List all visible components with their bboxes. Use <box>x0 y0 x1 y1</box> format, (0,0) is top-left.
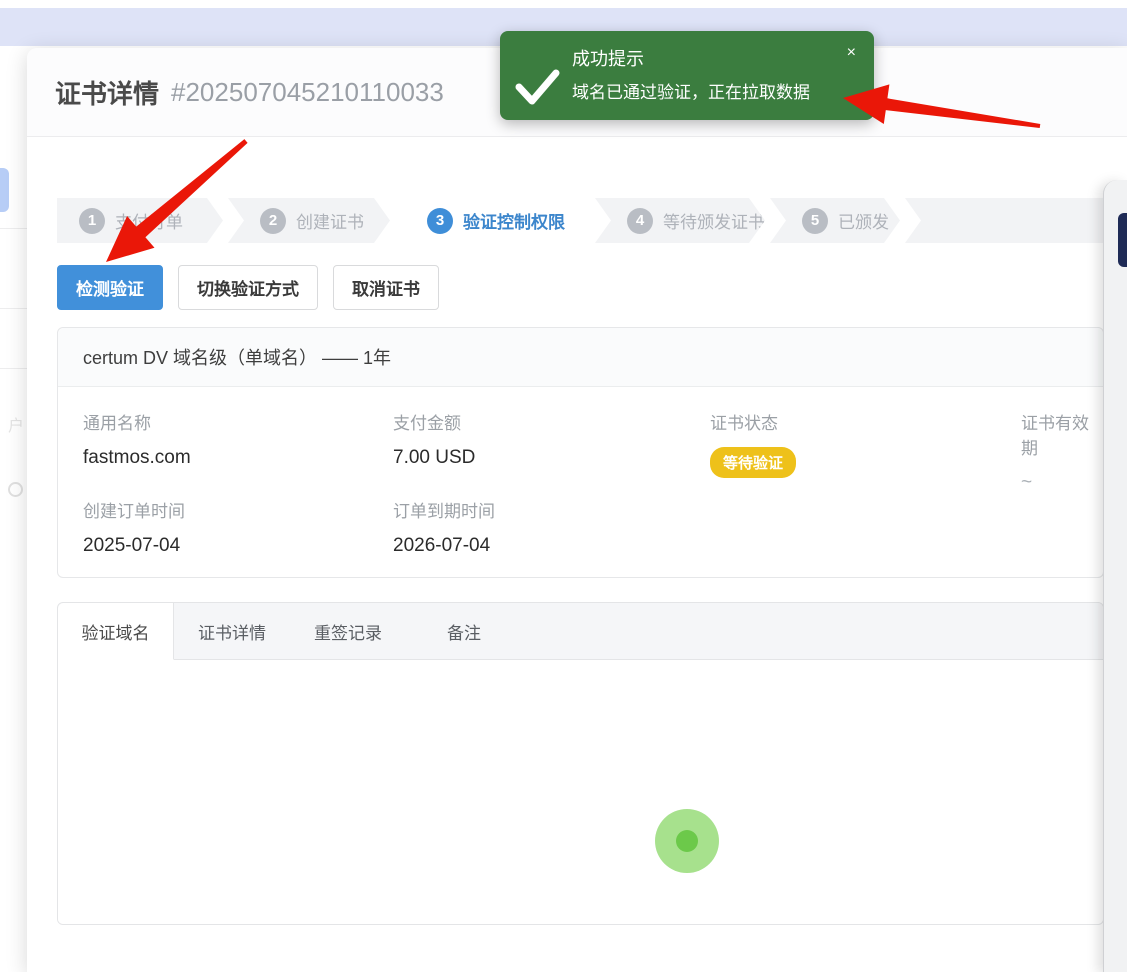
check-icon <box>514 64 560 108</box>
step-number: 4 <box>627 208 653 234</box>
side-drawer-panel <box>1103 180 1127 972</box>
background-text-fragment: 户 <box>8 412 24 436</box>
step-wizard: 1 支付订单 2 创建证书 3 验证控制权限 4 等待颁发证书 5 已颁发 <box>57 198 1127 243</box>
tab-cert-details[interactable]: 证书详情 <box>174 603 290 659</box>
step-issued: 5 已颁发 <box>770 198 900 243</box>
step-label: 等待颁发证书 <box>663 208 765 233</box>
tab-verify-domain[interactable]: 验证域名 <box>58 603 174 660</box>
background-nav-indicator <box>0 168 9 212</box>
switch-validation-method-button[interactable]: 切换验证方式 <box>178 265 318 310</box>
field-order-created: 创建订单时间 2025-07-04 <box>83 497 185 557</box>
field-cert-validity: 证书有效期 ~ <box>1021 409 1103 494</box>
certificate-detail-modal: 证书详情 #202507045210110033 1 支付订单 2 创建证书 3… <box>27 48 1127 972</box>
step-filler <box>905 198 1127 243</box>
step-label: 已颁发 <box>838 208 889 233</box>
loading-spinner-icon <box>655 809 719 873</box>
field-label: 订单到期时间 <box>393 497 495 522</box>
step-number: 3 <box>427 208 453 234</box>
field-order-expires: 订单到期时间 2026-07-04 <box>393 497 495 557</box>
field-label: 创建订单时间 <box>83 497 185 522</box>
field-payment-amount: 支付金额 7.00 USD <box>393 409 475 469</box>
step-number: 1 <box>79 208 105 234</box>
field-value: 7.00 USD <box>393 447 475 469</box>
loading-spinner-dot <box>676 830 698 852</box>
action-toolbar: 检测验证 切换验证方式 取消证书 <box>57 265 439 310</box>
toast-title: 成功提示 <box>572 47 644 71</box>
page-title: 证书详情 <box>55 74 159 111</box>
step-number: 2 <box>260 208 286 234</box>
step-number: 5 <box>802 208 828 234</box>
step-pay-order: 1 支付订单 <box>57 198 223 243</box>
toast-message: 域名已通过验证，正在拉取数据 <box>572 81 810 105</box>
status-badge: 等待验证 <box>710 447 796 478</box>
background-divider <box>0 308 27 309</box>
step-create-cert: 2 创建证书 <box>228 198 390 243</box>
tab-content-area <box>58 660 1103 925</box>
step-label: 创建证书 <box>296 208 364 233</box>
toast-close-icon[interactable]: × <box>847 45 856 61</box>
tab-remarks[interactable]: 备注 <box>406 603 522 659</box>
field-label: 通用名称 <box>83 409 191 434</box>
cancel-certificate-button[interactable]: 取消证书 <box>333 265 439 310</box>
field-value: 2026-07-04 <box>393 535 495 557</box>
step-wait-issue: 4 等待颁发证书 <box>595 198 765 243</box>
field-value: ~ <box>1021 472 1103 494</box>
tab-bar: 验证域名 证书详情 重签记录 备注 <box>58 603 1103 660</box>
side-drawer-button[interactable] <box>1118 213 1127 267</box>
product-title: certum DV 域名级（单域名） —— 1年 <box>58 328 1103 387</box>
check-validation-button[interactable]: 检测验证 <box>57 265 163 310</box>
background-divider <box>0 228 27 229</box>
field-label: 支付金额 <box>393 409 475 434</box>
field-label: 证书有效期 <box>1021 409 1103 459</box>
field-cert-status: 证书状态 等待验证 <box>710 409 796 478</box>
step-label: 支付订单 <box>115 208 183 233</box>
success-toast: 成功提示 域名已通过验证，正在拉取数据 × <box>500 31 874 120</box>
field-common-name: 通用名称 fastmos.com <box>83 409 191 469</box>
detail-tabs-panel: 验证域名 证书详情 重签记录 备注 <box>57 602 1104 925</box>
certificate-info-card: certum DV 域名级（单域名） —— 1年 通用名称 fastmos.co… <box>57 327 1104 578</box>
order-number: #202507045210110033 <box>171 77 444 108</box>
background-search-icon <box>8 482 23 497</box>
step-label: 验证控制权限 <box>463 208 565 233</box>
step-verify-control: 3 验证控制权限 <box>395 198 590 243</box>
field-label: 证书状态 <box>710 409 796 434</box>
tab-resign-records[interactable]: 重签记录 <box>290 603 406 659</box>
field-value: 2025-07-04 <box>83 535 185 557</box>
background-divider <box>0 368 27 369</box>
field-value: fastmos.com <box>83 447 191 469</box>
